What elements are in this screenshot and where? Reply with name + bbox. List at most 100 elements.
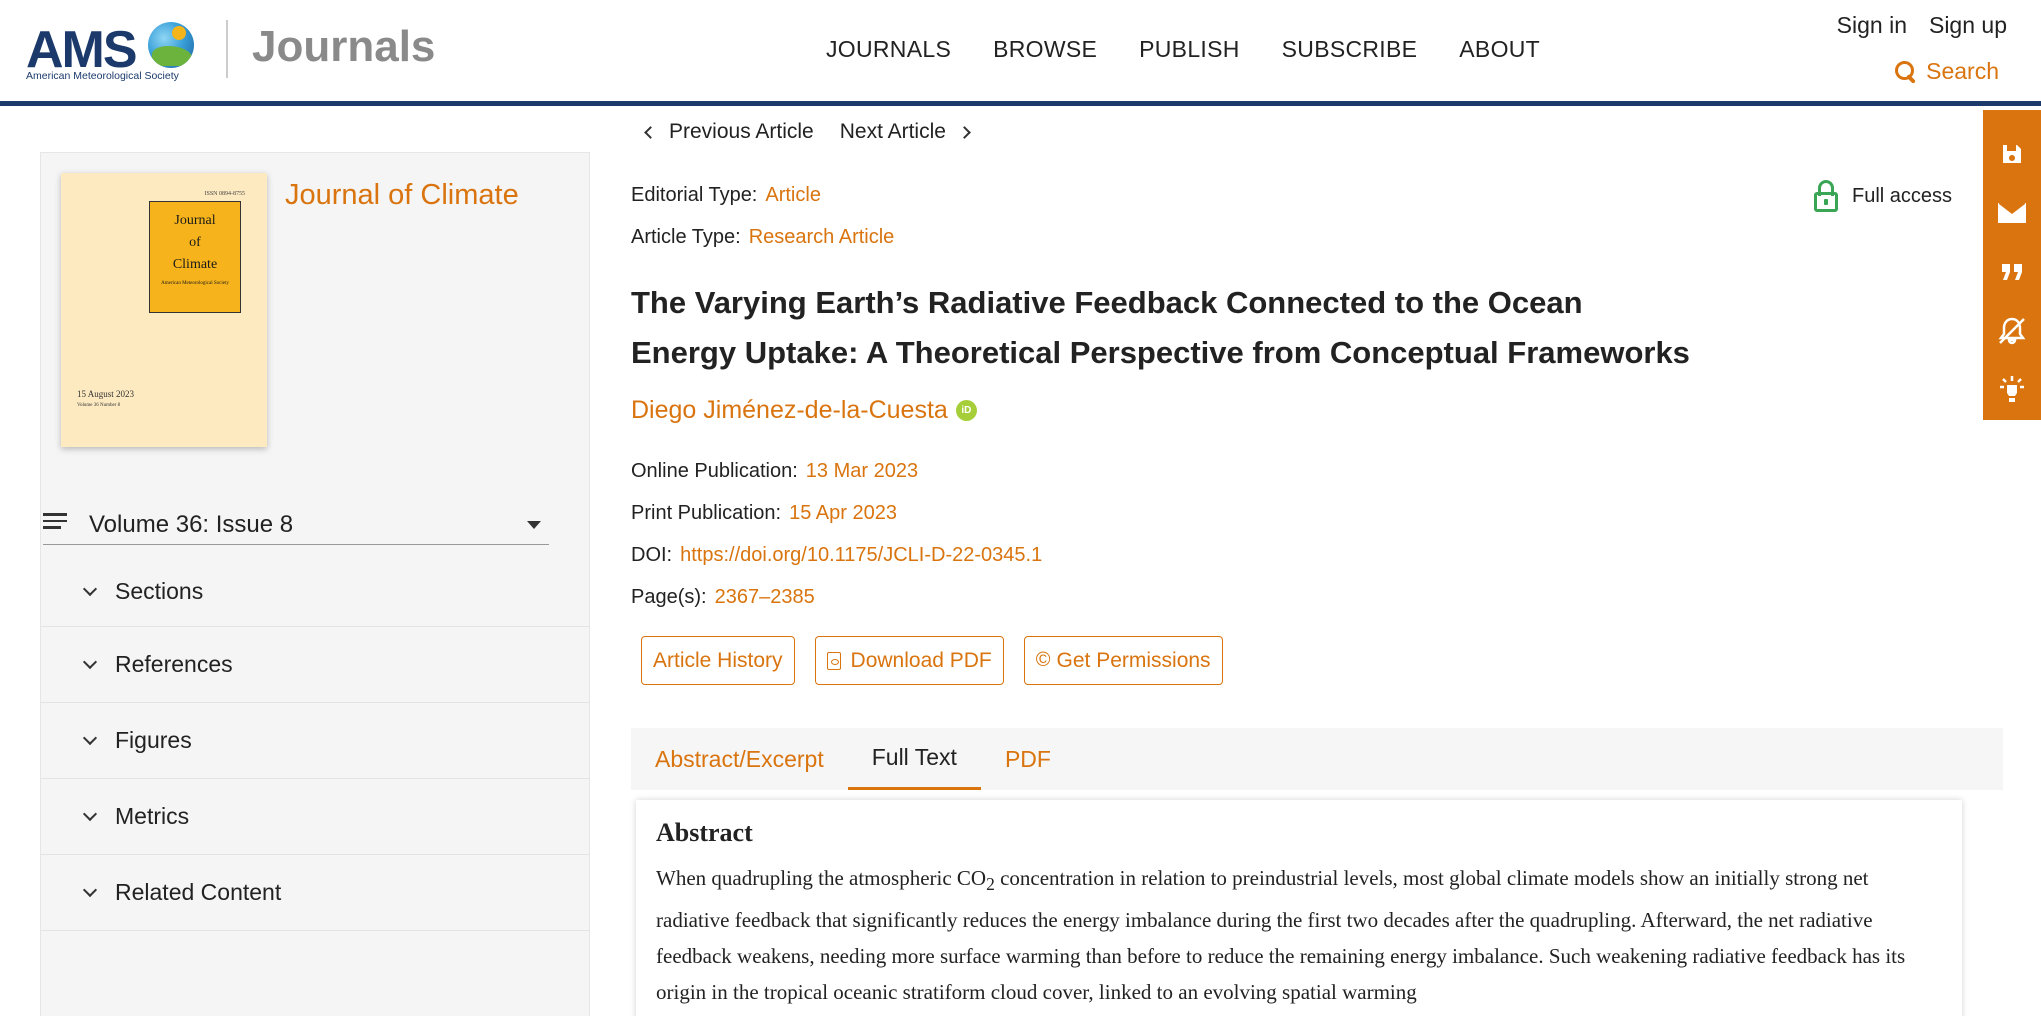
get-permissions-label: Get Permissions xyxy=(1056,648,1211,672)
chevron-down-icon xyxy=(82,806,98,821)
sidebar-item-figures[interactable]: Figures xyxy=(41,703,589,779)
author-name: Diego Jiménez-de-la-Cuesta xyxy=(631,396,948,424)
next-article-label: Next Article xyxy=(839,120,946,143)
chevron-down-icon xyxy=(82,654,98,669)
article-history-label: Article History xyxy=(653,648,783,672)
sign-in-link[interactable]: Sign in xyxy=(1837,12,1907,39)
doi-label: DOI: xyxy=(631,544,673,566)
journal-name-link[interactable]: Journal of Climate xyxy=(285,179,519,212)
abstract-text-start: When quadrupling the atmospheric CO xyxy=(656,866,987,890)
lightbulb-icon xyxy=(2000,376,2024,403)
email-icon xyxy=(1998,202,2026,223)
search-label: Search xyxy=(1926,58,1999,84)
article-pagination: Previous Article Next Article xyxy=(644,120,971,144)
save-button[interactable] xyxy=(1983,124,2041,183)
alert-button[interactable] xyxy=(1983,302,2041,361)
article-type-link[interactable]: Research Article xyxy=(749,226,895,248)
sidebar-item-label: Figures xyxy=(115,727,192,753)
nav-browse[interactable]: BROWSE xyxy=(993,36,1097,63)
article-type: Article Type: Research Article xyxy=(631,226,894,249)
sidebar-item-label: Related Content xyxy=(115,879,282,905)
next-article-link[interactable]: Next Article xyxy=(839,120,971,144)
article-tools xyxy=(1983,110,2041,420)
nav-subscribe[interactable]: SUBSCRIBE xyxy=(1282,36,1418,63)
get-permissions-button[interactable]: © Get Permissions xyxy=(1023,636,1223,685)
pages: Page(s): 2367–2385 xyxy=(631,586,815,609)
pages-label: Page(s): xyxy=(631,586,707,608)
site-header: AMS American Meteorological Society Jour… xyxy=(0,0,2041,106)
access-label: Full access xyxy=(1852,184,1953,207)
sidebar-item-label: Metrics xyxy=(115,803,190,829)
nav-journals[interactable]: JOURNALS xyxy=(826,36,951,63)
left-sidebar: ISSN 0894-8755 Journal of Climate Americ… xyxy=(40,152,590,1016)
article-history-button[interactable]: Article History xyxy=(641,636,795,685)
globe-icon xyxy=(148,22,194,68)
print-publication: Print Publication: 15 Apr 2023 xyxy=(631,502,897,525)
download-pdf-label: Download PDF xyxy=(850,648,992,672)
cover-volume: Volume 36 Number 8 xyxy=(77,403,121,408)
sidebar-item-related-content[interactable]: Related Content xyxy=(41,855,589,931)
tab-pdf[interactable]: PDF xyxy=(981,728,1075,790)
online-publication: Online Publication: 13 Mar 2023 xyxy=(631,460,918,483)
chevron-down-icon xyxy=(82,730,98,745)
tab-abstract[interactable]: Abstract/Excerpt xyxy=(631,728,848,790)
access-status: Full access xyxy=(1814,180,1952,212)
article-title: The Varying Earth’s Radiative Feedback C… xyxy=(631,285,1690,370)
nav-about[interactable]: ABOUT xyxy=(1459,36,1540,63)
print-pub-date: 15 Apr 2023 xyxy=(789,502,897,524)
related-ideas-button[interactable] xyxy=(1983,361,2041,420)
save-icon xyxy=(2003,144,2021,163)
cite-button[interactable] xyxy=(1983,242,2041,301)
tab-full-text[interactable]: Full Text xyxy=(847,728,981,790)
abstract-card: Abstract When quadrupling the atmospheri… xyxy=(636,800,1962,1016)
chevron-right-icon xyxy=(958,125,971,139)
quote-icon xyxy=(2002,264,2022,280)
sidebar-item-references[interactable]: References xyxy=(41,627,589,703)
journals-brand[interactable]: Journals xyxy=(252,22,435,72)
orcid-icon[interactable]: iD xyxy=(955,400,977,421)
sidebar-item-label: References xyxy=(115,651,233,677)
hamburger-icon xyxy=(43,513,67,533)
chevron-down-icon xyxy=(527,521,541,529)
nav-publish[interactable]: PUBLISH xyxy=(1139,36,1240,63)
sidebar-item-label: Sections xyxy=(115,578,204,604)
editorial-type-link[interactable]: Article xyxy=(765,184,821,206)
logo-subtitle: American Meteorological Society xyxy=(26,70,179,82)
article-type-label: Article Type: xyxy=(631,226,741,248)
abstract-text: When quadrupling the atmospheric CO2 con… xyxy=(656,860,1942,1010)
cover-title-line1: Journal xyxy=(174,213,216,228)
sidebar-accordion: Sections References Figures Metrics Rela… xyxy=(41,557,589,931)
editorial-type: Editorial Type: Article xyxy=(631,184,821,207)
abstract-heading: Abstract xyxy=(656,818,753,847)
previous-article-label: Previous Article xyxy=(669,120,814,143)
sidebar-item-metrics[interactable]: Metrics xyxy=(41,779,589,855)
print-pub-label: Print Publication: xyxy=(631,502,782,524)
doi-link[interactable]: https://doi.org/10.1175/JCLI-D-22-0345.1 xyxy=(680,544,1042,566)
sign-up-link[interactable]: Sign up xyxy=(1929,12,2007,39)
cover-issn: ISSN 0894-8755 xyxy=(204,191,245,197)
email-button[interactable] xyxy=(1983,183,2041,242)
journal-cover[interactable]: ISSN 0894-8755 Journal of Climate Americ… xyxy=(61,173,267,447)
previous-article-link[interactable]: Previous Article xyxy=(644,120,814,144)
search-icon xyxy=(1894,60,1918,84)
download-pdf-button[interactable]: Download PDF xyxy=(814,636,1004,685)
copyright-icon: © xyxy=(1035,649,1051,671)
editorial-type-label: Editorial Type: xyxy=(631,184,758,206)
chevron-left-icon xyxy=(644,125,657,139)
pages-value: 2367–2385 xyxy=(714,586,815,608)
chevron-down-icon xyxy=(82,882,98,897)
sidebar-item-sections[interactable]: Sections xyxy=(41,557,589,627)
search-button[interactable]: Search xyxy=(1894,58,1999,85)
issue-label: Volume 36: Issue 8 xyxy=(89,511,294,538)
author-link[interactable]: Diego Jiménez-de-la-Cuesta iD xyxy=(631,396,977,425)
ams-logo[interactable]: AMS American Meteorological Society xyxy=(26,18,196,82)
pdf-icon xyxy=(826,651,841,670)
cover-publisher: American Meteorological Society xyxy=(161,281,229,286)
cover-title-box: Journal of Climate American Meteorologic… xyxy=(149,201,241,313)
online-pub-date: 13 Mar 2023 xyxy=(805,460,919,482)
cover-date: 15 August 2023 xyxy=(77,389,135,399)
issue-selector[interactable]: Volume 36: Issue 8 xyxy=(43,503,549,545)
main-nav: JOURNALS BROWSE PUBLISH SUBSCRIBE ABOUT xyxy=(826,36,1582,63)
logo-divider xyxy=(226,20,228,78)
alert-off-icon xyxy=(1998,317,2026,345)
